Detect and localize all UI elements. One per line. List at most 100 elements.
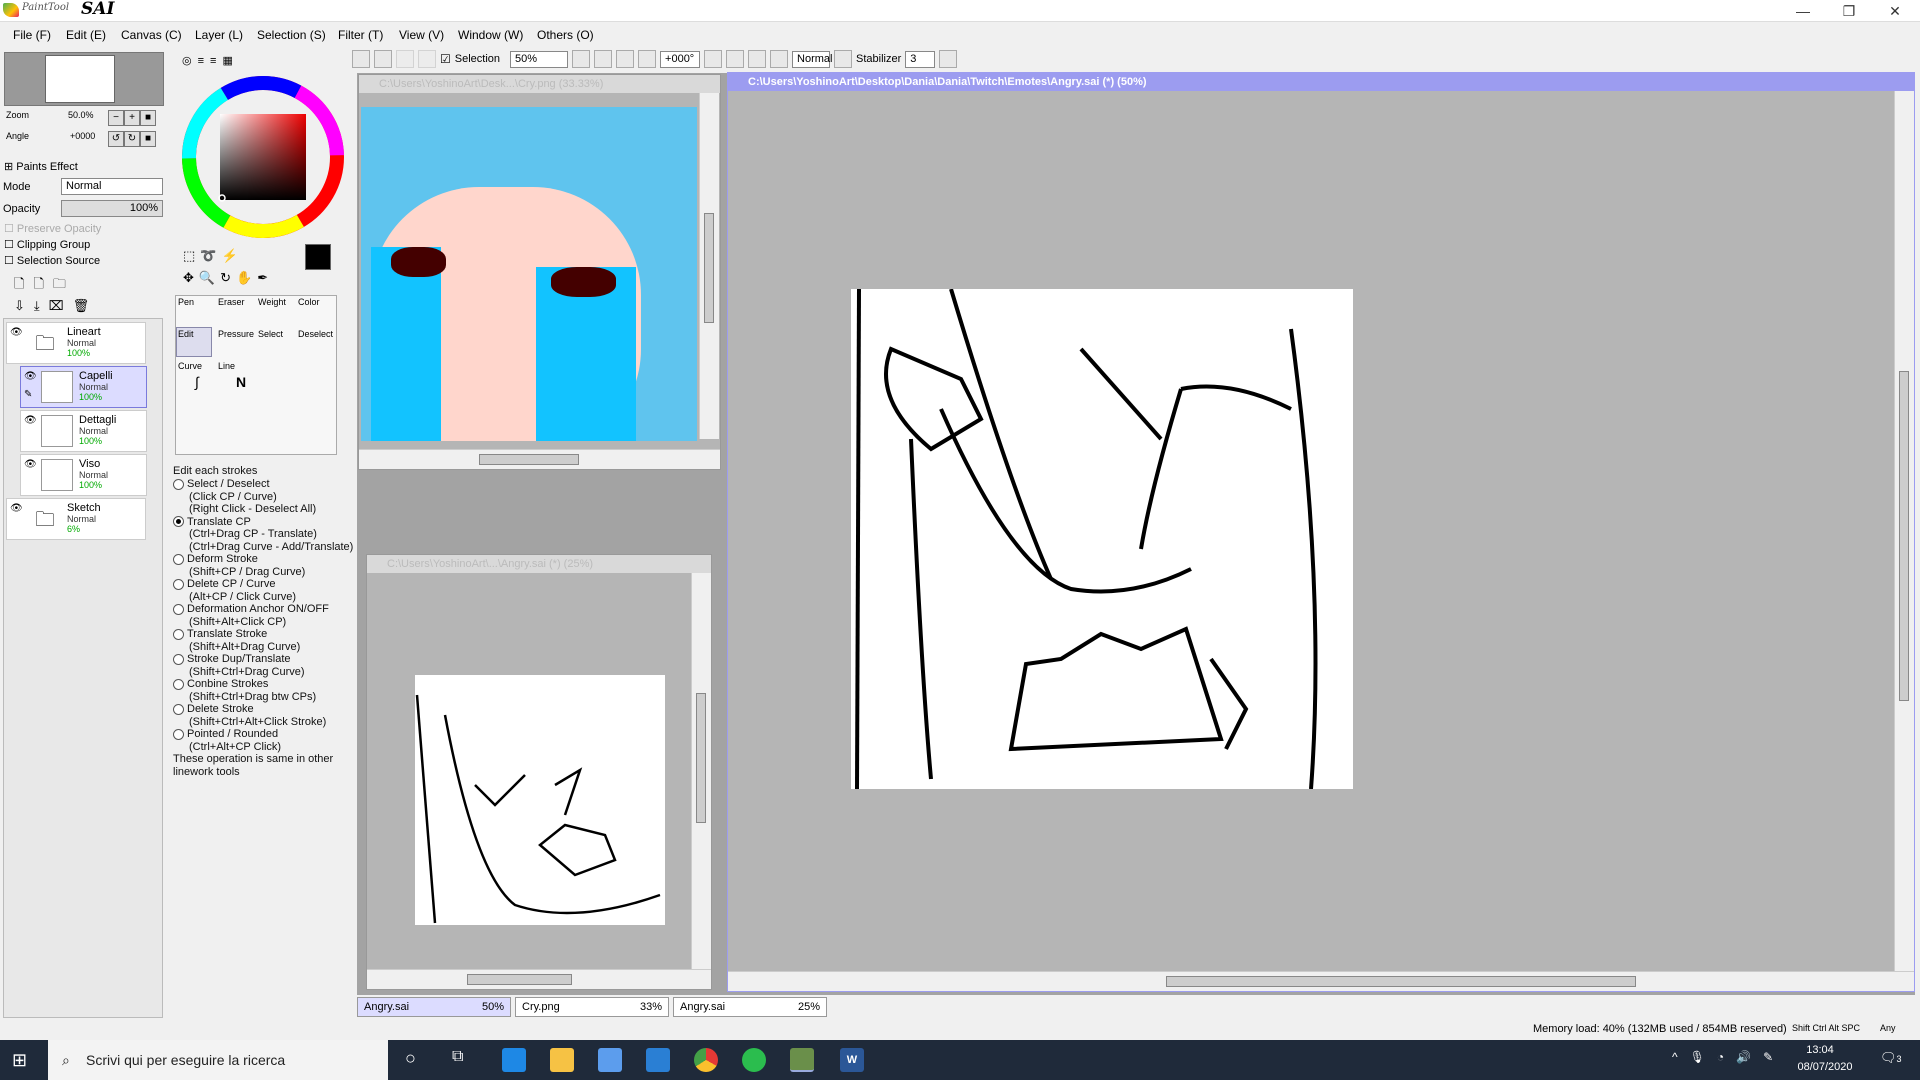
tool-weight[interactable]: Weight [258, 297, 286, 307]
scroll-thumb[interactable] [696, 693, 706, 823]
menu-canvas[interactable]: Canvas (C) [121, 28, 182, 42]
eye-icon[interactable]: 👁 [10, 327, 24, 339]
file-explorer-icon[interactable] [550, 1048, 574, 1072]
deselect-button[interactable] [396, 50, 414, 68]
radio-button[interactable] [173, 603, 184, 615]
vertical-scrollbar[interactable] [699, 93, 719, 439]
radio-button[interactable] [173, 678, 184, 690]
selection-checkbox[interactable]: ☑ [440, 52, 451, 66]
layer-item-lineart[interactable]: 👁 🗀 Lineart Normal 100% [6, 322, 146, 364]
redo-button[interactable] [374, 50, 392, 68]
menu-layer[interactable]: Layer (L) [195, 28, 243, 42]
rotate-reset-tb-button[interactable] [770, 50, 789, 68]
chrome-icon[interactable] [694, 1048, 718, 1072]
restore-button[interactable]: ❐ [1826, 0, 1872, 22]
cry-window[interactable]: C:\Users\YoshinoArt\Desk...\Cry.png (33.… [358, 74, 721, 470]
system-tray[interactable]: ^🎙◔🔊✎ [1672, 1050, 1785, 1064]
rotate-ccw-button[interactable] [726, 50, 745, 68]
edit-option-3[interactable]: Delete CP / Curve [173, 578, 353, 591]
eye-icon[interactable]: 👁 [24, 459, 38, 471]
minimize-button[interactable]: — [1780, 0, 1826, 22]
menu-window[interactable]: Window (W) [458, 28, 523, 42]
menu-view[interactable]: View (V) [399, 28, 444, 42]
tool-curve[interactable]: Curve [178, 361, 202, 371]
tool-select[interactable]: Select [258, 329, 283, 339]
rotate-reset-button[interactable]: ■ [140, 131, 156, 147]
angry-small-window[interactable]: C:\Users\YoshinoArt\...\Angry.sai (*) (2… [366, 554, 712, 990]
radio-button[interactable] [173, 516, 184, 528]
edit-option-9[interactable]: Pointed / Rounded [173, 728, 353, 741]
view-mode-field[interactable]: Normal [792, 50, 832, 68]
mode-select[interactable]: Normal [61, 178, 163, 195]
edit-option-1[interactable]: Translate CP [173, 516, 353, 529]
paints-effect-header[interactable]: ⊞ Paints Effect [4, 160, 78, 173]
zoom-reset-tb-button[interactable] [638, 50, 657, 68]
tool-line[interactable]: Line [218, 361, 235, 371]
zoom-in-tb-button[interactable] [616, 50, 635, 68]
zoom-field[interactable]: 50% [510, 50, 569, 68]
radio-button[interactable] [173, 653, 184, 665]
edge-icon[interactable] [502, 1048, 526, 1072]
edit-option-0[interactable]: Select / Deselect [173, 478, 353, 491]
notification-icon[interactable]: 🗨3 [1880, 1050, 1902, 1066]
clock-time[interactable]: 13:04 [1795, 1044, 1845, 1056]
layer-item-viso[interactable]: 👁 Viso Normal 100% [20, 454, 147, 496]
zoom-in-button[interactable]: + [124, 110, 140, 126]
radio-button[interactable] [173, 578, 184, 590]
menu-edit[interactable]: Edit (E) [66, 28, 106, 42]
stabilizer-field[interactable]: 3 [905, 50, 936, 68]
radio-button[interactable] [173, 553, 184, 565]
navigator-preview[interactable] [4, 52, 164, 106]
selection-source-checkbox[interactable]: ☐ Selection Source [4, 254, 100, 267]
tool-pressure[interactable]: Pressure [218, 329, 254, 339]
rotate-cw-button[interactable] [748, 50, 767, 68]
radio-button[interactable] [173, 703, 184, 715]
eye-icon[interactable]: 👁 [24, 371, 38, 383]
tool-pen[interactable]: Pen [178, 297, 194, 307]
angry-small-canvas[interactable] [415, 675, 665, 925]
rotate-left-button[interactable]: ↺ [108, 131, 124, 147]
cry-canvas[interactable] [361, 107, 697, 441]
menu-selection[interactable]: Selection (S) [257, 28, 326, 42]
tool-edit[interactable]: Edit [178, 329, 194, 339]
edit-option-7[interactable]: Conbine Strokes [173, 678, 353, 691]
zoom-out-tb-button[interactable] [594, 50, 613, 68]
task-view-icon[interactable]: ⧉ [452, 1048, 463, 1066]
radio-button[interactable] [173, 478, 184, 490]
menu-others[interactable]: Others (O) [537, 28, 594, 42]
invert-selection-button[interactable] [418, 50, 436, 68]
edit-option-5[interactable]: Translate Stroke [173, 628, 353, 641]
menu-file[interactable]: File (F) [13, 28, 51, 42]
angry-main-window[interactable]: C:\Users\YoshinoArt\Desktop\Dania\Dania\… [727, 72, 1915, 992]
tool-color[interactable]: Color [298, 297, 320, 307]
layer-item-sketch[interactable]: 👁 🗀 Sketch Normal 6% [6, 498, 146, 540]
color-wheel[interactable] [180, 74, 346, 240]
radio-button[interactable] [173, 728, 184, 740]
cortana-icon[interactable]: ○ [405, 1048, 416, 1069]
primary-color-swatch[interactable] [305, 244, 331, 270]
menu-filter[interactable]: Filter (T) [338, 28, 383, 42]
view-tools[interactable]: ✥🔍↻✋✒ [183, 270, 273, 286]
taskbar-search-box[interactable]: ⌕ Scrivi qui per eseguire la ricerca [48, 1040, 388, 1080]
edit-option-2[interactable]: Deform Stroke [173, 553, 353, 566]
layer-item-capelli[interactable]: 👁 ✎ Capelli Normal 100% [20, 366, 147, 408]
store-icon[interactable] [598, 1048, 622, 1072]
word-icon[interactable]: W [840, 1048, 864, 1072]
layer-item-dettagli[interactable]: 👁 Dettagli Normal 100% [20, 410, 147, 452]
clock-date[interactable]: 08/07/2020 [1795, 1061, 1855, 1073]
color-mode-tabs[interactable]: ◎≡≡▦ [182, 54, 239, 67]
tool-deselect[interactable]: Deselect [298, 329, 333, 339]
horizontal-scrollbar[interactable] [359, 449, 720, 469]
scroll-thumb[interactable] [1899, 371, 1909, 701]
edit-option-6[interactable]: Stroke Dup/Translate [173, 653, 353, 666]
mail-icon[interactable] [646, 1048, 670, 1072]
vertical-scrollbar[interactable] [1894, 91, 1914, 971]
layer-actions-toolbar-2[interactable]: ⇩⤓⌧🗑 [14, 298, 98, 314]
preserve-opacity-checkbox[interactable]: ☐ Preserve Opacity [4, 222, 101, 235]
zoom-reset-button[interactable]: ■ [140, 110, 156, 126]
eye-icon[interactable]: 👁 [24, 415, 38, 427]
horizontal-scrollbar[interactable] [728, 971, 1914, 991]
scroll-thumb[interactable] [1166, 976, 1636, 987]
angle-dropdown-button[interactable] [704, 50, 723, 68]
undo-button[interactable] [352, 50, 370, 68]
